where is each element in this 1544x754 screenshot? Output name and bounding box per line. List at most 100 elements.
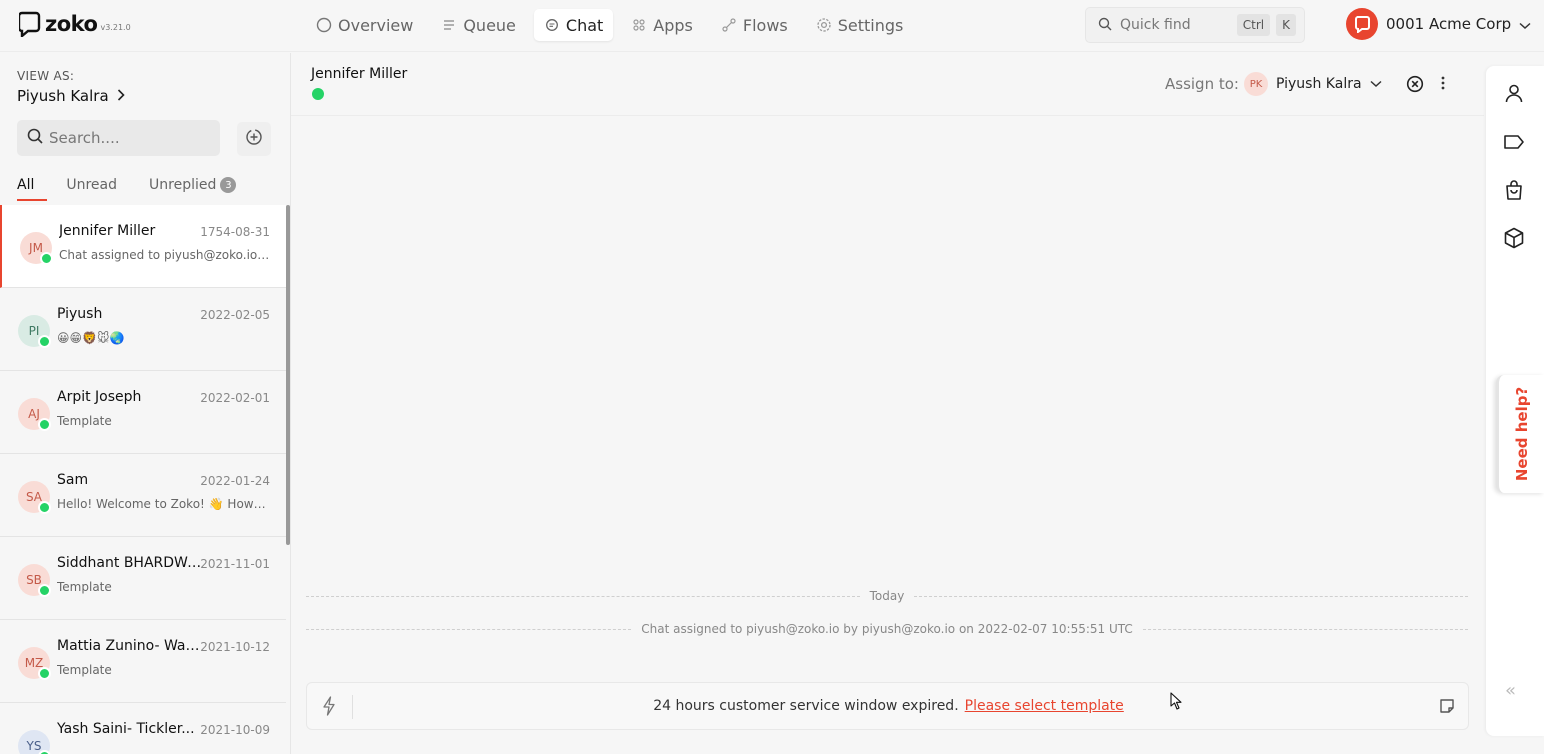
separator-line bbox=[1142, 628, 1468, 630]
shortcut-key-ctrl: Ctrl bbox=[1236, 14, 1271, 36]
chat-preview: Hello! Welcome to Zoko! 👋 How c... bbox=[57, 497, 269, 511]
quick-find[interactable]: Quick find Ctrl K bbox=[1085, 7, 1305, 43]
tab-unreplied-label: Unreplied bbox=[149, 177, 217, 193]
more-options-button[interactable] bbox=[1440, 75, 1446, 95]
chat-contact-name: Piyush bbox=[57, 306, 103, 322]
main-nav: Overview Queue Chat Apps Flows Settings bbox=[306, 9, 913, 41]
nav-flows-label: Flows bbox=[742, 15, 788, 35]
nav-flows[interactable]: Flows bbox=[711, 9, 798, 41]
chat-search[interactable] bbox=[17, 120, 220, 156]
gear-icon bbox=[816, 17, 832, 33]
chevron-down-icon bbox=[1519, 15, 1531, 34]
window-expired-notice: 24 hours customer service window expired… bbox=[307, 698, 1470, 714]
chat-contact-name: Mattia Zunino- War... bbox=[57, 638, 203, 654]
user-icon[interactable] bbox=[1503, 82, 1525, 104]
chat-list-item[interactable]: SB Siddhant BHARDWA... 2021-11-01 Template bbox=[0, 537, 286, 620]
search-icon bbox=[27, 128, 43, 148]
chevron-down-icon bbox=[1370, 76, 1382, 92]
chat-list-item[interactable]: JM Jennifer Miller 1754-08-31 Chat assigned… bbox=[0, 205, 286, 288]
header-divider bbox=[291, 115, 1484, 116]
nav-queue-label: Queue bbox=[463, 15, 516, 35]
assignee-dropdown[interactable]: PK Piyush Kalra bbox=[1244, 72, 1382, 96]
chat-list-scrollbar[interactable] bbox=[286, 205, 290, 545]
whatsapp-icon bbox=[38, 501, 51, 514]
chat-date: 2022-02-05 bbox=[200, 308, 270, 322]
search-input[interactable] bbox=[49, 129, 209, 147]
tab-unread[interactable]: Unread bbox=[66, 177, 117, 201]
chat-preview: Template bbox=[57, 663, 112, 677]
whatsapp-icon bbox=[38, 335, 51, 348]
tab-unreplied[interactable]: Unreplied 3 bbox=[149, 177, 237, 201]
nav-settings-label: Settings bbox=[837, 15, 904, 35]
org-avatar bbox=[1346, 8, 1378, 40]
chat-date: 2022-02-01 bbox=[200, 391, 270, 405]
view-as-user-selector[interactable]: Piyush Kalra bbox=[17, 87, 125, 105]
nav-chat-label: Chat bbox=[565, 15, 604, 35]
separator-line bbox=[306, 628, 632, 630]
notes-button[interactable] bbox=[1438, 697, 1456, 719]
circle-icon bbox=[316, 17, 332, 33]
message-composer: 24 hours customer service window expired… bbox=[306, 682, 1469, 730]
chat-list: JM Jennifer Miller 1754-08-31 Chat assigned… bbox=[0, 205, 291, 754]
whatsapp-icon bbox=[38, 584, 51, 597]
conversation-pane: Jennifer Miller Assign to: PK Piyush Kal… bbox=[291, 53, 1484, 754]
mouse-cursor-icon bbox=[1170, 692, 1182, 714]
chat-filter-tabs: All Unread Unreplied 3 bbox=[17, 177, 237, 201]
chat-list-item[interactable]: YS Yash Saini- Tickler... 2021-10-09 bbox=[0, 703, 286, 754]
tag-icon[interactable] bbox=[1503, 131, 1525, 153]
chat-list-item[interactable]: AJ Arpit Joseph 2022-02-01 Template bbox=[0, 371, 286, 454]
chevron-right-icon bbox=[117, 87, 125, 105]
nav-apps[interactable]: Apps bbox=[621, 9, 703, 41]
chat-date: 2021-10-12 bbox=[200, 640, 270, 654]
chat-sidebar: VIEW AS: Piyush Kalra All Unread Unrepli… bbox=[0, 53, 291, 754]
nav-apps-label: Apps bbox=[653, 15, 693, 35]
nav-queue[interactable]: Queue bbox=[431, 9, 526, 41]
chat-date: 2022-01-24 bbox=[200, 474, 270, 488]
collapse-panel-button[interactable]: « bbox=[1505, 680, 1516, 701]
nav-settings[interactable]: Settings bbox=[806, 9, 914, 41]
apps-grid-icon bbox=[631, 17, 647, 33]
close-chat-button[interactable] bbox=[1406, 75, 1424, 97]
select-template-link[interactable]: Please select template bbox=[965, 698, 1124, 714]
need-help-button[interactable]: Need help? bbox=[1496, 375, 1544, 493]
chat-list-item[interactable]: SA Sam 2022-01-24 Hello! Welcome to Zoko! 👋… bbox=[0, 454, 286, 537]
zoko-mark-icon bbox=[1355, 16, 1370, 33]
nav-overview[interactable]: Overview bbox=[306, 9, 423, 41]
chat-contact-name: Jennifer Miller bbox=[59, 223, 156, 239]
chat-contact-name: Arpit Joseph bbox=[57, 389, 142, 405]
whatsapp-icon bbox=[312, 88, 324, 100]
shortcut-key-k: K bbox=[1276, 14, 1296, 36]
chat-preview: Template bbox=[57, 580, 112, 594]
chat-list-item[interactable]: MZ Mattia Zunino- War... 2021-10-12 Templat… bbox=[0, 620, 286, 703]
whatsapp-icon bbox=[38, 418, 51, 431]
sticky-note-icon bbox=[1440, 699, 1454, 713]
queue-icon bbox=[441, 17, 457, 33]
tab-all-label: All bbox=[17, 177, 35, 193]
close-circle-icon bbox=[1406, 75, 1424, 97]
chat-date: 2021-11-01 bbox=[200, 557, 270, 571]
whatsapp-icon bbox=[40, 252, 53, 265]
view-as-label: VIEW AS: bbox=[17, 69, 75, 83]
tab-all[interactable]: All bbox=[17, 177, 48, 201]
nav-chat[interactable]: Chat bbox=[533, 9, 614, 41]
new-chat-icon bbox=[245, 128, 263, 150]
zoko-logo-icon bbox=[17, 11, 41, 39]
chat-list-item[interactable]: PI Piyush 2022-02-05 😀😁🦁🐭🌏 bbox=[0, 288, 286, 371]
flows-icon bbox=[721, 17, 737, 33]
day-separator-label: Today bbox=[869, 589, 905, 603]
double-chevron-left-icon: « bbox=[1505, 680, 1517, 701]
separator-line bbox=[914, 595, 1468, 597]
whatsapp-icon bbox=[38, 667, 51, 680]
contact-name: Jennifer Miller bbox=[311, 66, 408, 82]
chat-preview: Chat assigned to piyush@zoko.io ... bbox=[59, 248, 271, 262]
box-icon[interactable] bbox=[1503, 227, 1525, 249]
chat-date: 1754-08-31 bbox=[200, 225, 270, 239]
zoko-logo[interactable]: zoko v3.21.0 bbox=[17, 11, 131, 39]
assign-label: Assign to: bbox=[1165, 75, 1239, 93]
shopping-bag-icon[interactable] bbox=[1503, 179, 1525, 201]
chat-preview: 😀😁🦁🐭🌏 bbox=[57, 331, 125, 345]
new-chat-button[interactable] bbox=[237, 122, 271, 156]
org-switcher[interactable]: 0001 Acme Corp bbox=[1346, 8, 1531, 40]
kebab-menu-icon bbox=[1440, 76, 1446, 95]
chat-contact-name: Sam bbox=[57, 472, 89, 488]
